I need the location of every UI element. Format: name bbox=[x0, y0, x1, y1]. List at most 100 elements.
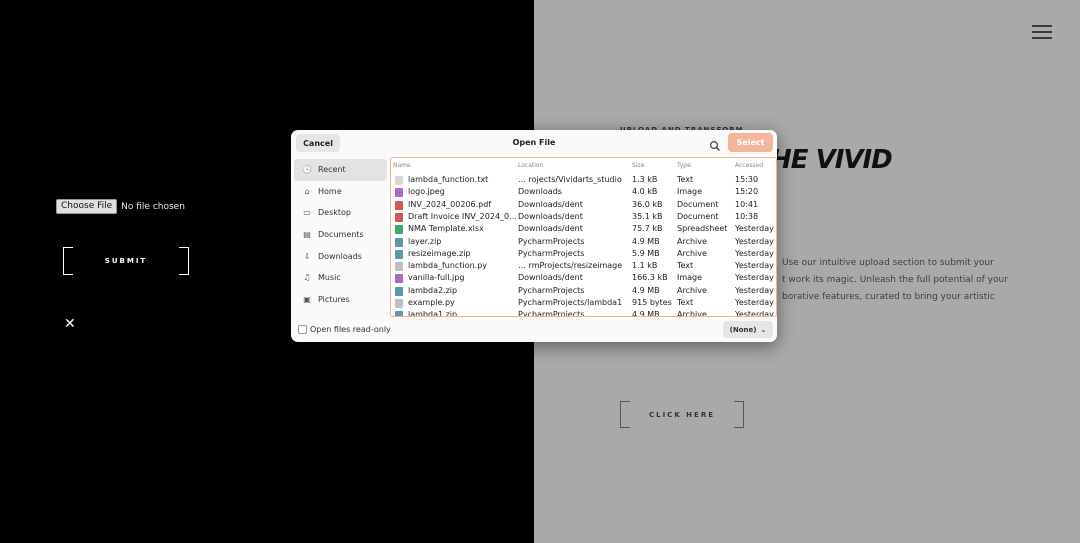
file-accessed: 15:20 bbox=[735, 187, 759, 197]
open-file-dialog: Cancel Open File Select 🕓 Recent ⌂ Home ▭ Des… bbox=[291, 130, 777, 342]
file-input[interactable]: Choose File No file chosen bbox=[56, 199, 185, 214]
file-type: Text bbox=[677, 175, 694, 184]
cancel-button[interactable]: Cancel bbox=[296, 134, 340, 152]
no-file-text: No file chosen bbox=[121, 201, 185, 212]
column-type[interactable]: Type bbox=[677, 162, 691, 169]
file-type: Text bbox=[677, 298, 694, 307]
archive-file-icon bbox=[395, 237, 403, 247]
sidebar-item-label: Desktop bbox=[318, 208, 351, 218]
file-name: logo.jpeg bbox=[408, 187, 445, 197]
description-line: Use our intuitive upload section to subm… bbox=[782, 258, 994, 268]
choose-file-button[interactable]: Choose File bbox=[56, 199, 118, 214]
file-type: Text bbox=[677, 261, 694, 271]
sheet-file-icon bbox=[395, 225, 403, 235]
sidebar-item-label: Music bbox=[318, 273, 341, 283]
file-size: 4.9 MB bbox=[632, 285, 660, 295]
file-name: Draft Invoice INV_2024_0… bbox=[408, 211, 516, 221]
select-button[interactable]: Select bbox=[728, 133, 773, 152]
sidebar-item-documents[interactable]: ▤ Documents bbox=[294, 224, 387, 246]
file-type: Image bbox=[677, 273, 703, 283]
file-type: Archive bbox=[677, 248, 707, 258]
file-size: 35.1 kB bbox=[632, 211, 663, 221]
file-row[interactable]: Draft Invoice INV_2024_0… Downloads/dent 3… bbox=[391, 211, 776, 223]
file-size: 4.9 MB bbox=[632, 310, 660, 317]
file-size: 1.3 kB bbox=[632, 175, 658, 184]
file-type: Archive bbox=[677, 236, 707, 246]
file-size: 1.1 kB bbox=[632, 261, 658, 271]
file-row[interactable]: NMA Template.xlsx Downloads/dent 75.7 kB Sp… bbox=[391, 223, 776, 235]
click-here-label: CLICK HERE bbox=[648, 410, 715, 419]
readonly-label: Open files read-only bbox=[310, 325, 391, 334]
file-accessed: Yesterday bbox=[735, 248, 774, 258]
file-type: Spreadsheet bbox=[677, 224, 728, 234]
sidebar-item-pictures[interactable]: ▣ Pictures bbox=[294, 289, 387, 311]
py-file-icon bbox=[395, 299, 403, 308]
file-size: 36.0 kB bbox=[632, 199, 663, 209]
file-location: Downloads/dent bbox=[518, 273, 583, 283]
column-location[interactable]: Location bbox=[518, 162, 543, 169]
description-line: borative features, curated to bring your… bbox=[782, 292, 995, 302]
archive-file-icon bbox=[395, 249, 403, 259]
file-accessed: Yesterday bbox=[735, 285, 774, 295]
file-location: PycharmProjects/lambda1 bbox=[518, 298, 623, 307]
file-size: 4.9 MB bbox=[632, 236, 660, 246]
hamburger-menu-icon[interactable] bbox=[1032, 25, 1052, 41]
file-filter-dropdown[interactable]: (None) ⌄ bbox=[723, 321, 773, 338]
sidebar-item-label: Documents bbox=[318, 230, 364, 240]
sidebar-item-label: Home bbox=[318, 186, 342, 196]
pdf-file-icon bbox=[395, 212, 403, 222]
column-name[interactable]: Name bbox=[393, 162, 411, 169]
sidebar-item-label: Pictures bbox=[318, 294, 350, 304]
file-accessed: Yesterday bbox=[735, 224, 774, 234]
submit-button[interactable]: SUBMIT bbox=[63, 247, 189, 275]
sidebar-item-recent[interactable]: 🕓 Recent bbox=[294, 159, 387, 181]
file-size: 915 bytes bbox=[632, 298, 672, 307]
text-file-icon bbox=[395, 176, 403, 185]
column-size[interactable]: Size bbox=[632, 162, 644, 169]
music-icon: ♫ bbox=[303, 273, 311, 283]
search-icon[interactable] bbox=[709, 137, 721, 151]
submit-label: SUBMIT bbox=[104, 257, 148, 265]
sidebar-item-downloads[interactable]: ⇩ Downloads bbox=[294, 245, 387, 267]
downloads-icon: ⇩ bbox=[303, 251, 311, 261]
file-row[interactable]: lambda1.zip PycharmProjects 4.9 MB Archive Y… bbox=[391, 309, 776, 317]
file-type: Image bbox=[677, 187, 703, 197]
column-headers: Name Location Size Type Accessed bbox=[391, 158, 776, 172]
file-name: example.py bbox=[408, 298, 455, 307]
file-row[interactable]: lambda_function.txt … rojects/Vividarts_s… bbox=[391, 174, 776, 186]
file-accessed: Yesterday bbox=[735, 298, 774, 307]
file-row[interactable]: example.py PycharmProjects/lambda1 915 byt… bbox=[391, 297, 776, 309]
file-location: … rmProjects/resizeimage bbox=[518, 261, 623, 271]
file-row[interactable]: logo.jpeg Downloads 4.0 kB Image 15:20 bbox=[391, 186, 776, 198]
image-file-icon bbox=[395, 188, 403, 198]
file-row[interactable]: lambda_function.py … rmProjects/resizeima… bbox=[391, 260, 776, 272]
places-sidebar: 🕓 Recent ⌂ Home ▭ Desktop ▤ Documents ⇩ Downloads… bbox=[294, 159, 387, 317]
file-accessed: 15:30 bbox=[735, 175, 759, 184]
file-accessed: Yesterday bbox=[735, 261, 774, 271]
file-row[interactable]: INV_2024_00206.pdf Downloads/dent 36.0 kB D… bbox=[391, 199, 776, 211]
file-row[interactable]: layer.zip PycharmProjects 4.9 MB Archive Yes… bbox=[391, 236, 776, 248]
file-location: PycharmProjects bbox=[518, 236, 585, 246]
filter-value: (None) bbox=[729, 325, 757, 334]
sidebar-item-desktop[interactable]: ▭ Desktop bbox=[294, 202, 387, 224]
file-row[interactable]: vanilla-full.jpg Downloads/dent 166.3 kB Im… bbox=[391, 272, 776, 284]
sidebar-item-home[interactable]: ⌂ Home bbox=[294, 181, 387, 203]
readonly-checkbox[interactable] bbox=[298, 325, 307, 334]
click-here-button[interactable]: CLICK HERE bbox=[620, 401, 744, 428]
archive-file-icon bbox=[395, 311, 403, 316]
file-name: lambda_function.txt bbox=[408, 175, 489, 184]
file-name: lambda_function.py bbox=[408, 261, 488, 271]
file-name: layer.zip bbox=[408, 236, 442, 246]
file-type: Document bbox=[677, 211, 719, 221]
dialog-footer: Open files read-only (None) ⌄ bbox=[291, 318, 777, 342]
file-row[interactable]: resizeimage.zip PycharmProjects 5.9 MB Arch… bbox=[391, 248, 776, 260]
sidebar-item-music[interactable]: ♫ Music bbox=[294, 267, 387, 289]
file-name: lambda2.zip bbox=[408, 285, 458, 295]
file-row[interactable]: lambda2.zip PycharmProjects 4.9 MB Archive Y… bbox=[391, 285, 776, 297]
image-file-icon bbox=[395, 274, 403, 284]
file-list[interactable]: Name Location Size Type Accessed lambda_… bbox=[390, 157, 777, 317]
close-icon[interactable]: ✕ bbox=[64, 316, 76, 332]
column-accessed[interactable]: Accessed bbox=[735, 162, 763, 169]
file-name: lambda1.zip bbox=[408, 310, 458, 317]
file-accessed: 10:38 bbox=[735, 211, 759, 221]
